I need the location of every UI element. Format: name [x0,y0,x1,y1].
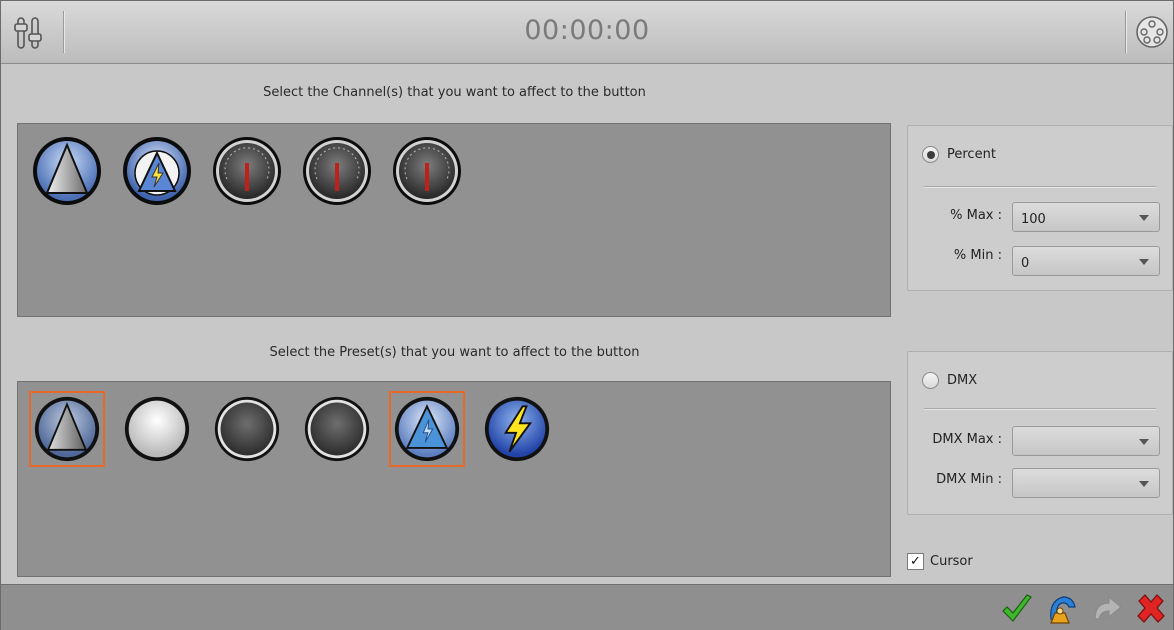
cursor-checkbox-row[interactable]: ✓ Cursor [907,553,973,570]
percent-radio-label: Percent [947,147,996,162]
blue-triangle-strobe-icon[interactable] [389,391,465,467]
wizard-icon[interactable] [1041,589,1081,629]
percent-radio[interactable]: Percent [922,146,996,163]
cancel-x-icon[interactable] [1131,589,1171,629]
preset-item[interactable] [389,391,480,472]
preset-item[interactable] [480,392,570,472]
dark-circle-icon[interactable] [210,392,284,466]
dmx-min-label: DMX Min : [936,472,1002,487]
percent-min-select[interactable]: 0 [1012,246,1160,276]
dmx-group: DMX DMX Max : DMX Min : [907,351,1173,515]
chevron-down-icon [1139,439,1149,445]
dmx-min-select[interactable] [1012,468,1160,498]
channel-item[interactable] [120,134,210,214]
presets-label: Select the Preset(s) that you want to af… [269,345,640,360]
bottom-bar [1,584,1173,630]
title-bar: 00:00:00 [1,1,1173,64]
dimmer-triangle-icon[interactable] [29,391,105,467]
white-circle-icon[interactable] [120,392,194,466]
dmx-radio-button[interactable] [922,372,939,389]
chevron-down-icon [1139,481,1149,487]
channels-panel [17,123,891,317]
channel-item[interactable] [390,134,480,214]
dark-circle-icon[interactable] [300,392,374,466]
chevron-down-icon [1139,259,1149,265]
percent-radio-button[interactable] [922,146,939,163]
percent-min-value: 0 [1021,256,1030,271]
redo-arrow-icon[interactable] [1087,589,1127,629]
dimmer-triangle-icon[interactable] [30,134,104,208]
percent-max-value: 100 [1021,212,1046,227]
percent-min-label: % Min : [953,248,1002,263]
timer-display: 00:00:00 [524,15,650,46]
group-divider [924,186,1156,187]
cursor-label: Cursor [930,554,973,569]
strobe-lightning-icon[interactable] [120,134,194,208]
dmx-max-label: DMX Max : [932,432,1002,447]
channel-item[interactable] [30,134,120,214]
gauge-icon[interactable] [390,134,464,208]
ok-check-icon[interactable] [997,589,1037,629]
dmx-max-select[interactable] [1012,426,1160,456]
preset-item[interactable] [29,391,120,472]
preset-item[interactable] [300,392,390,472]
cursor-checkbox[interactable]: ✓ [907,553,924,570]
percent-group: Percent % Max : 100 % Min : 0 [907,125,1173,291]
channels-label: Select the Channel(s) that you want to a… [263,85,646,100]
dialog-window: 00:00:00 Select the Channel(s) that you … [0,0,1174,630]
gauge-icon[interactable] [300,134,374,208]
dmx-connector-icon[interactable] [1133,13,1171,51]
percent-max-label: % Max : [950,208,1002,223]
preset-item[interactable] [210,392,300,472]
channel-item[interactable] [210,134,300,214]
titlebar-separator [1125,11,1126,53]
presets-panel [17,381,891,577]
group-divider [924,408,1156,409]
percent-max-select[interactable]: 100 [1012,202,1160,232]
dmx-radio-label: DMX [947,373,978,388]
dmx-radio[interactable]: DMX [922,372,977,389]
gauge-icon[interactable] [210,134,284,208]
channel-item[interactable] [300,134,390,214]
preset-item[interactable] [120,392,210,472]
lightning-icon[interactable] [480,392,554,466]
chevron-down-icon [1139,215,1149,221]
